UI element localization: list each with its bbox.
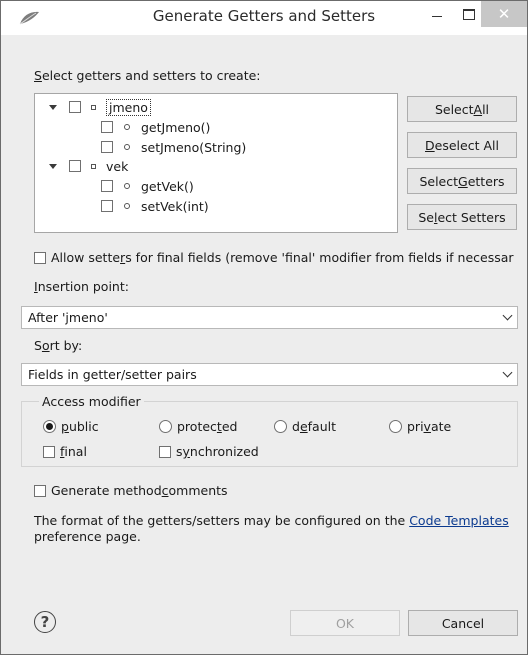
chevron-down-icon xyxy=(502,367,513,378)
field-name: vek xyxy=(106,158,129,174)
field-checkbox[interactable] xyxy=(69,160,81,172)
final-checkbox[interactable]: f inal xyxy=(43,444,87,459)
select-setters-button[interactable]: Se l ect Setters xyxy=(407,204,517,230)
insertion-point-label: Insertion point: xyxy=(34,279,129,294)
field-icon xyxy=(91,163,96,169)
sort-by-label: Sort by: xyxy=(34,338,83,353)
insertion-point-value: After 'jmeno' xyxy=(28,310,108,325)
synchronized-checkbox[interactable]: s y nchronized xyxy=(159,444,259,459)
field-icon xyxy=(91,104,96,110)
tree-node-method[interactable]: getJmeno() xyxy=(101,118,210,136)
method-checkbox[interactable] xyxy=(101,200,113,212)
method-checkbox[interactable] xyxy=(101,180,113,192)
select-all-button[interactable]: Select All xyxy=(407,96,517,122)
title-bar[interactable]: Generate Getters and Setters ✕ xyxy=(1,1,527,35)
select-getters-button[interactable]: Select Getters xyxy=(407,168,517,194)
code-templates-link[interactable]: Code Templates xyxy=(409,513,509,528)
method-icon xyxy=(124,203,130,209)
code-templates-info: The format of the getters/setters may be… xyxy=(34,513,509,544)
chevron-down-icon xyxy=(502,310,513,321)
radio-button[interactable] xyxy=(43,420,56,433)
method-name: getVek() xyxy=(141,178,194,194)
radio-public[interactable]: p ublic xyxy=(43,419,99,434)
method-icon xyxy=(124,144,130,150)
method-name: setJmeno(String) xyxy=(141,139,247,155)
sort-by-value: Fields in getter/setter pairs xyxy=(28,367,197,382)
members-tree[interactable]: jmeno getJmeno() setJmeno(String) vek ge… xyxy=(34,93,398,233)
radio-protected[interactable]: protec t ed xyxy=(159,419,237,434)
field-checkbox[interactable] xyxy=(69,101,81,113)
method-icon xyxy=(124,183,130,189)
checkbox-box[interactable] xyxy=(34,251,46,264)
cancel-button[interactable]: Cancel xyxy=(408,610,518,636)
generate-comments-checkbox[interactable]: Generate method c omments xyxy=(34,483,228,498)
checkbox-box[interactable] xyxy=(159,445,171,458)
radio-button[interactable] xyxy=(159,420,172,433)
field-name: jmeno xyxy=(106,98,151,116)
method-checkbox[interactable] xyxy=(101,121,113,133)
expand-arrow-icon[interactable] xyxy=(49,104,57,110)
tree-node-field[interactable]: jmeno xyxy=(49,98,151,116)
minimize-button[interactable] xyxy=(421,1,453,27)
maximize-icon xyxy=(463,8,475,20)
tree-node-method[interactable]: setJmeno(String) xyxy=(101,138,246,156)
checkbox-box[interactable] xyxy=(43,445,55,458)
method-checkbox[interactable] xyxy=(101,141,113,153)
insertion-point-combo[interactable]: After 'jmeno' xyxy=(21,306,518,329)
select-getters-setters-label: Select getters and setters to create: xyxy=(34,68,261,83)
method-icon xyxy=(124,124,130,130)
radio-button[interactable] xyxy=(274,420,287,433)
sort-by-combo[interactable]: Fields in getter/setter pairs xyxy=(21,363,518,386)
ok-button[interactable]: OK xyxy=(290,610,400,636)
radio-selected-dot xyxy=(46,423,53,430)
deselect-all-button[interactable]: Deselect All xyxy=(407,132,517,158)
close-button[interactable]: ✕ xyxy=(481,1,527,27)
help-icon[interactable]: ? xyxy=(34,611,56,633)
radio-default[interactable]: d e fault xyxy=(274,419,336,434)
minimize-icon xyxy=(432,15,442,17)
access-modifier-group xyxy=(21,401,518,467)
tree-node-method[interactable]: getVek() xyxy=(101,177,194,195)
tree-node-method[interactable]: setVek(int) xyxy=(101,197,209,215)
dialog-window: Generate Getters and Setters ✕ Select ge… xyxy=(0,0,528,655)
method-name: getJmeno() xyxy=(141,119,211,135)
access-modifier-legend: Access modifier xyxy=(39,394,144,409)
expand-arrow-icon[interactable] xyxy=(49,163,57,169)
radio-private[interactable]: pri v ate xyxy=(389,419,451,434)
close-icon: ✕ xyxy=(497,5,511,23)
method-name: setVek(int) xyxy=(141,198,209,214)
tree-node-field[interactable]: vek xyxy=(49,157,128,175)
allow-setters-final-checkbox[interactable]: Allow sette r s for final fields (remove '… xyxy=(34,250,524,265)
radio-button[interactable] xyxy=(389,420,402,433)
checkbox-box[interactable] xyxy=(34,484,46,497)
